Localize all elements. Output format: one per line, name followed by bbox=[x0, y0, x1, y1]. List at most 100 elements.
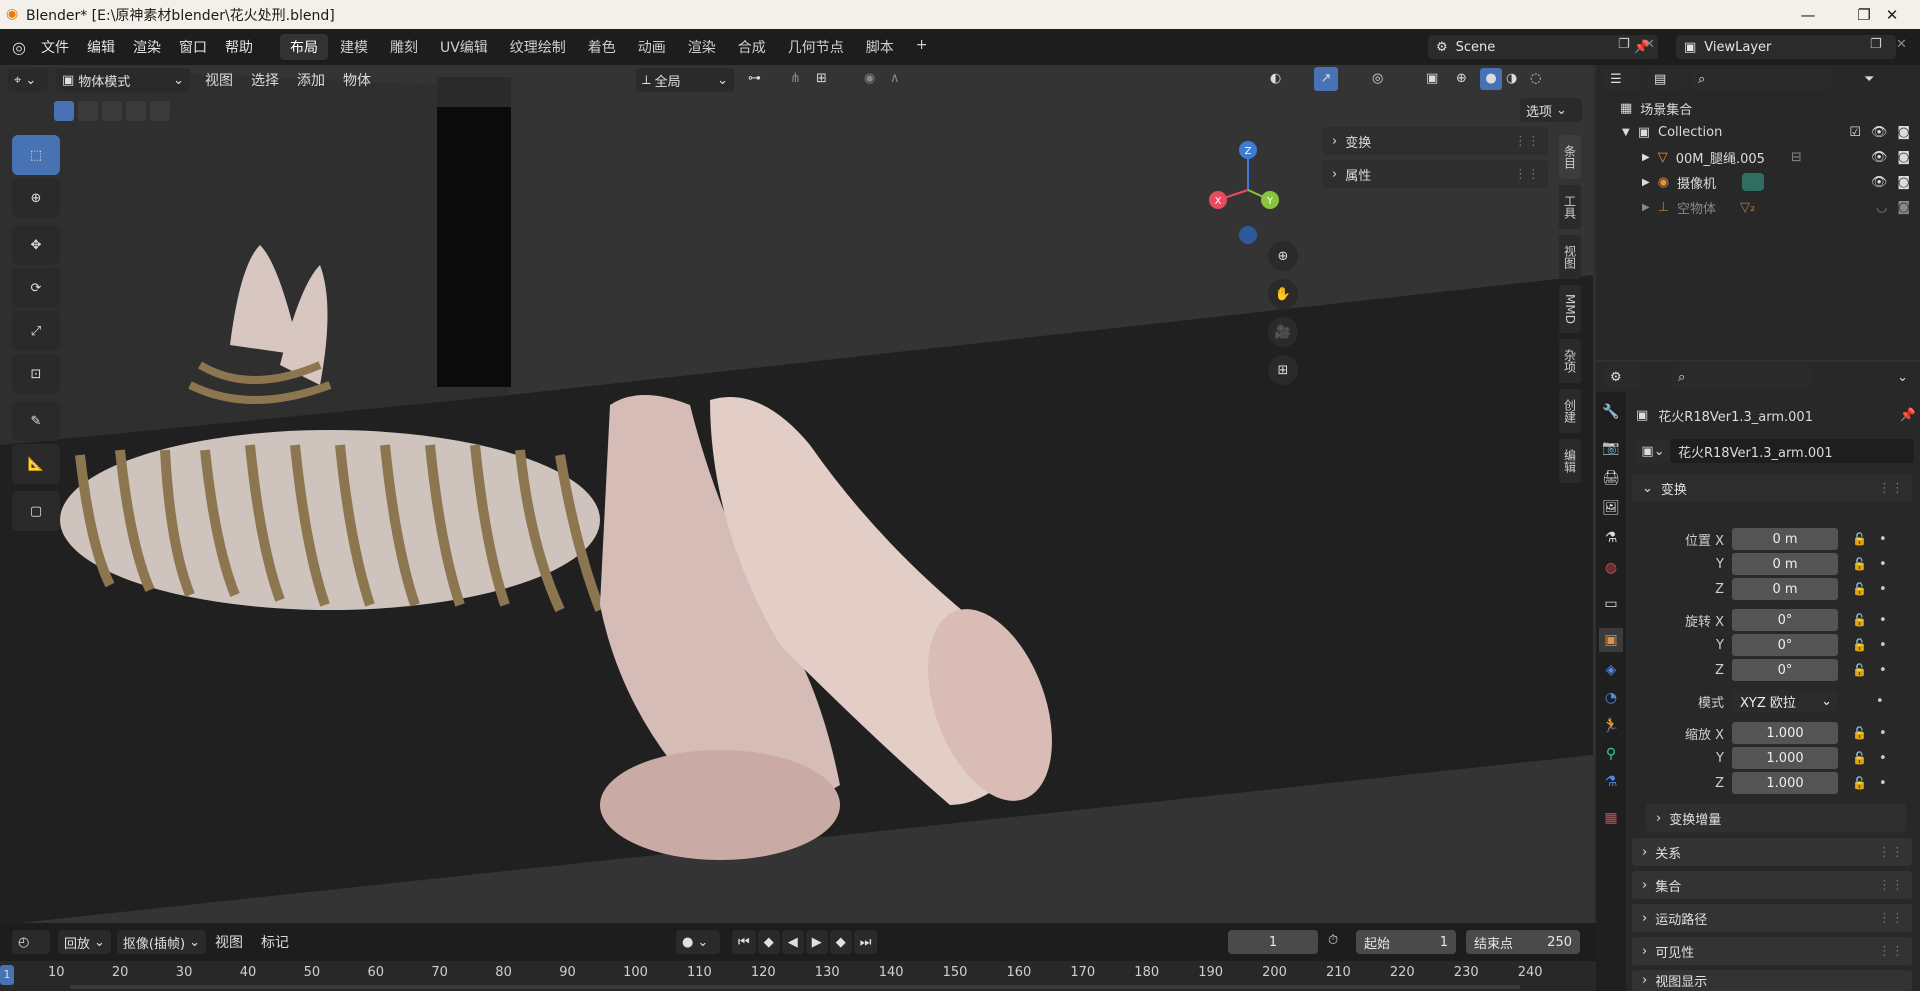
scale-x-field[interactable]: 1.000 bbox=[1732, 722, 1838, 744]
expand-arrow-icon[interactable]: ▶ bbox=[1642, 152, 1650, 163]
lock-icon[interactable]: 🔓 bbox=[1852, 638, 1867, 652]
keyframe-dot-icon[interactable]: • bbox=[1879, 582, 1887, 597]
viewport-menu-object[interactable]: 物体 bbox=[334, 70, 380, 90]
keyframe-dot-icon[interactable]: • bbox=[1879, 776, 1887, 791]
pan-hand-icon[interactable]: ✋ bbox=[1268, 279, 1298, 309]
scale-tool[interactable]: ⤢ bbox=[12, 311, 60, 351]
start-frame-field[interactable]: 起始 1 bbox=[1356, 930, 1456, 954]
snap-icon[interactable]: ⋔ bbox=[790, 71, 801, 86]
select-extend-icon[interactable] bbox=[78, 101, 98, 121]
keyframe-dot-icon[interactable]: • bbox=[1879, 638, 1887, 653]
close-button[interactable]: ✕ bbox=[1864, 0, 1920, 29]
view-layer-selector[interactable]: ▣ ViewLayer bbox=[1676, 35, 1896, 59]
camera-icon[interactable]: ◙ bbox=[1897, 200, 1910, 215]
auto-keying-button[interactable]: ● ⌄ bbox=[676, 930, 720, 954]
tab-uv-editing[interactable]: UV编辑 bbox=[430, 34, 498, 60]
tab-animation[interactable]: 动画 bbox=[628, 34, 676, 60]
tab-compositing[interactable]: 合成 bbox=[728, 34, 776, 60]
drag-handle-icon[interactable]: ⋮⋮ bbox=[1878, 878, 1904, 893]
scale-z-field[interactable]: 1.000 bbox=[1732, 772, 1838, 794]
motion-paths-section[interactable]: › 运动路径 ⋮⋮ bbox=[1632, 904, 1912, 932]
eye-icon[interactable]: 👁 bbox=[1871, 175, 1888, 190]
eye-icon[interactable]: 👁 bbox=[1871, 150, 1888, 165]
location-x-field[interactable]: 0 m bbox=[1732, 528, 1838, 550]
camera-icon[interactable]: ◙ bbox=[1897, 175, 1910, 190]
viewport-menu-view[interactable]: 视图 bbox=[196, 70, 242, 90]
location-z-field[interactable]: 0 m bbox=[1732, 578, 1838, 600]
lock-icon[interactable]: 🔓 bbox=[1852, 776, 1867, 790]
lock-icon[interactable]: 🔓 bbox=[1852, 726, 1867, 740]
minimize-button[interactable]: — bbox=[1780, 0, 1836, 29]
object-name-field[interactable]: 花火R18Ver1.3_arm.001 bbox=[1670, 439, 1914, 463]
npanel-properties[interactable]: › 属性 ⋮⋮ bbox=[1322, 160, 1548, 188]
navigation-gizmo[interactable]: Z Y X bbox=[1200, 135, 1300, 255]
pivot-icon[interactable]: ⊶ bbox=[748, 71, 761, 86]
lock-icon[interactable]: 🔓 bbox=[1852, 613, 1867, 627]
keyframe-dot-icon[interactable]: • bbox=[1879, 726, 1887, 741]
checkbox-icon[interactable]: ☑ bbox=[1849, 125, 1861, 140]
outliner-scene-collection[interactable]: ▦ 场景集合 bbox=[1596, 96, 1920, 120]
visibility-section[interactable]: › 可见性 ⋮⋮ bbox=[1632, 937, 1912, 965]
tab-tool[interactable]: 工具 bbox=[1559, 185, 1581, 229]
drag-handle-icon[interactable]: ⋮⋮ bbox=[1514, 134, 1540, 149]
timeline-ruler[interactable]: 1 10 20 30 40 50 60 70 80 90 100 110 120 130 140 150 16… bbox=[0, 961, 1596, 991]
camera-icon[interactable]: ◙ bbox=[1897, 150, 1910, 165]
world-tab-icon[interactable]: ◍ bbox=[1599, 556, 1623, 580]
timeline-menu-view[interactable]: 视图 bbox=[206, 932, 252, 952]
viewport-menu-select[interactable]: 选择 bbox=[242, 70, 288, 90]
camera-view-icon[interactable]: 🎥 bbox=[1268, 317, 1298, 347]
outliner-editor-type[interactable]: ☰ bbox=[1604, 67, 1642, 91]
outliner-item[interactable]: ▶ ⊥ 空物体 ▽₂ ◡ ◙ bbox=[1596, 195, 1920, 219]
output-tab-icon[interactable]: 🖨 bbox=[1599, 466, 1623, 490]
drag-handle-icon[interactable]: ⋮⋮ bbox=[1514, 167, 1540, 182]
perspective-grid-icon[interactable]: ⊞ bbox=[1268, 355, 1298, 385]
drag-handle-icon[interactable]: ⋮⋮ bbox=[1878, 481, 1904, 496]
camera-icon[interactable]: ◙ bbox=[1897, 125, 1910, 140]
tab-geometry-nodes[interactable]: 几何节点 bbox=[778, 34, 854, 60]
properties-search[interactable]: ⌕ bbox=[1672, 365, 1812, 389]
object-datablock[interactable]: ▣⌄ 花火R18Ver1.3_arm.001 bbox=[1636, 439, 1914, 463]
lock-icon[interactable]: 🔓 bbox=[1852, 582, 1867, 596]
outliner-collection[interactable]: ▼ ▣ Collection ☑ 👁 ◙ bbox=[1596, 120, 1920, 144]
pin-icon[interactable]: 📌 bbox=[1900, 408, 1916, 423]
rendered-shading-icon[interactable]: ◌ bbox=[1530, 71, 1541, 86]
end-frame-field[interactable]: 结束点 250 bbox=[1466, 930, 1580, 954]
play-icon[interactable]: ▶ bbox=[805, 930, 828, 954]
menu-render[interactable]: 渲染 bbox=[124, 37, 170, 57]
add-workspace-icon[interactable]: + bbox=[906, 34, 938, 60]
rotation-mode-dropdown[interactable]: XYZ 欧拉 ⌄ bbox=[1732, 690, 1838, 712]
drag-handle-icon[interactable]: ⋮⋮ bbox=[1878, 845, 1904, 860]
tab-texture-paint[interactable]: 纹理绘制 bbox=[500, 34, 576, 60]
lock-icon[interactable]: 🔓 bbox=[1852, 663, 1867, 677]
timeline-scrollbar[interactable] bbox=[70, 985, 1520, 989]
tab-view[interactable]: 视图 bbox=[1559, 235, 1581, 279]
tab-sculpting[interactable]: 雕刻 bbox=[380, 34, 428, 60]
render-tab-icon[interactable]: 📷 bbox=[1599, 436, 1623, 460]
tab-mmd[interactable]: MMD bbox=[1559, 285, 1581, 333]
npanel-transform[interactable]: › 变换 ⋮⋮ bbox=[1322, 127, 1548, 155]
chevron-down-icon[interactable]: ⌄ bbox=[1897, 370, 1908, 385]
snap-target-icon[interactable]: ⊞ bbox=[816, 71, 827, 86]
menu-window[interactable]: 窗口 bbox=[170, 37, 216, 57]
keyframe-dot-icon[interactable]: • bbox=[1879, 663, 1887, 678]
material-shading-icon[interactable]: ◑ bbox=[1506, 71, 1517, 86]
gizmo-toggle-icon[interactable]: ↗ bbox=[1314, 67, 1338, 91]
select-new-icon[interactable] bbox=[54, 101, 74, 121]
transform-panel-header[interactable]: ⌄ 变换 ⋮⋮ bbox=[1632, 474, 1912, 502]
keyframe-dot-icon[interactable]: • bbox=[1879, 751, 1887, 766]
particles-tab-icon[interactable]: ◔ bbox=[1599, 686, 1623, 710]
cursor-tool[interactable]: ⊕ bbox=[12, 178, 60, 218]
view-layer-tab-icon[interactable]: 🖼 bbox=[1599, 496, 1623, 520]
physics-tab-icon[interactable]: 🏃 bbox=[1599, 714, 1623, 738]
expand-arrow-icon[interactable]: ▶ bbox=[1642, 177, 1650, 188]
falloff-icon[interactable]: ∧ bbox=[890, 71, 900, 86]
zoom-icon[interactable]: ⊕ bbox=[1268, 241, 1298, 271]
remove-scene-icon[interactable]: ✕ bbox=[1644, 37, 1655, 52]
select-invert-icon[interactable] bbox=[126, 101, 146, 121]
filter-icon[interactable]: ⏷ bbox=[1864, 72, 1874, 87]
viewport-3d[interactable]: ⌖ ⌄ ▣ 物体模式 ⌄ 视图 选择 添加 物体 ⟂ 全局 ⌄ ⊶ ⋔ ⊞ ◉ ∧… bbox=[0, 65, 1593, 923]
constraints-tab-icon[interactable]: ⚗ bbox=[1599, 770, 1623, 794]
wireframe-shading-icon[interactable]: ⊕ bbox=[1456, 71, 1467, 86]
location-y-field[interactable]: 0 m bbox=[1732, 553, 1838, 575]
rotate-tool[interactable]: ⟳ bbox=[12, 268, 60, 308]
